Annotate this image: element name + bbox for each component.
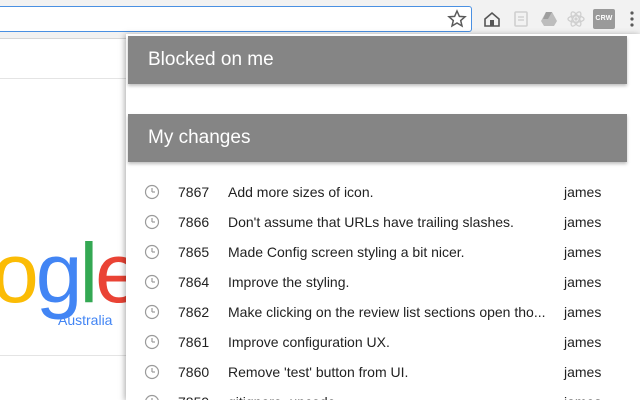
change-number: 7864: [178, 274, 210, 290]
change-title[interactable]: Don't assume that URLs have trailing sla…: [228, 214, 550, 230]
blocked-on-me-header: Blocked on me: [128, 36, 627, 84]
change-number: 7860: [178, 364, 210, 380]
home-extension-icon[interactable]: [482, 9, 502, 29]
change-title[interactable]: Improve configuration UX.: [228, 334, 550, 350]
change-title[interactable]: gitignore_upcode: [228, 394, 550, 400]
change-owner: james: [564, 274, 602, 290]
clock-icon: [144, 214, 160, 230]
change-row[interactable]: 7860 Remove 'test' button from UI. james: [126, 357, 640, 387]
change-owner: james: [564, 364, 602, 380]
change-title[interactable]: Made Config screen styling a bit nicer.: [228, 244, 550, 260]
change-number: 7861: [178, 334, 210, 350]
change-row[interactable]: 7859 gitignore_upcode james: [126, 387, 640, 400]
change-owner: james: [564, 214, 602, 230]
clock-icon: [144, 334, 160, 350]
clock-icon: [144, 304, 160, 320]
change-owner: james: [564, 334, 602, 350]
change-number: 7865: [178, 244, 210, 260]
change-title[interactable]: Add more sizes of icon.: [228, 184, 550, 200]
clock-icon: [144, 274, 160, 290]
changes-list: 7867 Add more sizes of icon. james 7866 Don'…: [126, 177, 640, 400]
clock-icon: [144, 244, 160, 260]
my-changes-header: My changes: [128, 114, 627, 162]
change-owner: james: [564, 304, 602, 320]
search-logo: ogle: [0, 226, 142, 320]
logo-country-label: Australia: [58, 312, 113, 328]
clock-icon: [144, 184, 160, 200]
bookmark-star-icon[interactable]: [447, 9, 467, 29]
change-row[interactable]: 7866 Don't assume that URLs have trailing…: [126, 207, 640, 237]
change-owner: james: [564, 394, 601, 400]
change-row[interactable]: 7864 Improve the styling. james: [126, 267, 640, 297]
change-owner: james: [564, 184, 602, 200]
screen: CRW ogle Australia s Blocked on me My ch…: [0, 0, 640, 400]
logo-letter: o: [0, 226, 39, 320]
logo-letter: l: [79, 226, 98, 320]
change-row[interactable]: 7867 Add more sizes of icon. james: [126, 177, 640, 207]
change-number: 7862: [178, 304, 210, 320]
change-number: 7867: [178, 184, 210, 200]
change-number: 7866: [178, 214, 210, 230]
change-title[interactable]: Make clicking on the review list section…: [228, 304, 550, 320]
change-row[interactable]: 7861 Improve configuration UX. james: [126, 327, 640, 357]
menu-kebab-icon[interactable]: [627, 10, 637, 28]
crw-extension-button[interactable]: CRW: [593, 9, 615, 29]
change-title[interactable]: Improve the styling.: [228, 274, 550, 290]
clock-icon: [144, 364, 160, 380]
change-number: 7859: [178, 394, 209, 400]
change-title[interactable]: Remove 'test' button from UI.: [228, 364, 550, 380]
page-divider: [0, 355, 128, 356]
change-owner: james: [564, 244, 602, 260]
note-extension-icon[interactable]: [511, 9, 531, 29]
page-divider: [0, 78, 128, 79]
address-bar[interactable]: [0, 6, 472, 32]
clock-icon: [144, 394, 160, 400]
change-row[interactable]: 7862 Make clicking on the review list sec…: [126, 297, 640, 327]
extension-popup: Blocked on me My changes 7867 Add more si…: [126, 34, 640, 400]
drive-extension-icon[interactable]: [539, 9, 559, 29]
change-row[interactable]: 7865 Made Config screen styling a bit nic…: [126, 237, 640, 267]
atom-extension-icon[interactable]: [566, 9, 586, 29]
logo-letter: g: [35, 226, 83, 320]
